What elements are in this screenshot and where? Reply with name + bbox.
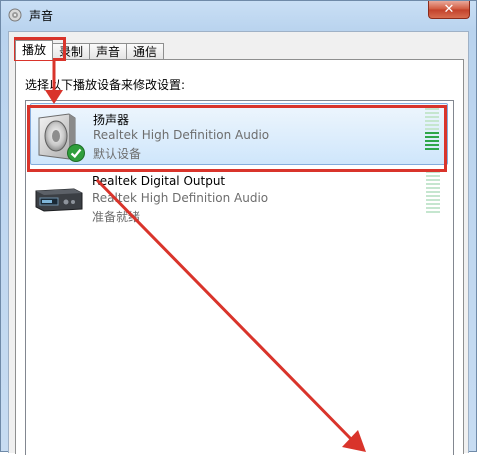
window-title: 声音	[29, 9, 54, 23]
title-bar[interactable]: 声音 ✕	[1, 1, 476, 29]
check-icon	[67, 144, 85, 162]
instruction-text: 选择以下播放设备来修改设置:	[25, 78, 186, 92]
volume-meter	[425, 108, 439, 150]
tab-strip: 播放 录制 声音 通信	[15, 40, 165, 60]
device-driver: Realtek High Definition Audio	[92, 191, 269, 205]
device-item-speakers[interactable]: 扬声器 Realtek High Definition Audio 默认设备	[30, 103, 448, 165]
sound-app-icon	[8, 8, 22, 22]
digital-output-icon	[35, 188, 83, 212]
device-status: 准备就绪	[92, 210, 141, 224]
playback-panel: 选择以下播放设备来修改设置: 扬声器 Realtek High Definiti…	[15, 59, 464, 455]
sound-dialog: 声音 ✕ 播放 录制 声音 通信 选择以下播放设备来修改设置: 扬声器 Real…	[0, 0, 477, 455]
device-name: Realtek Digital Output	[92, 174, 226, 188]
tab-communications[interactable]: 通信	[126, 43, 165, 60]
device-driver: Realtek High Definition Audio	[93, 128, 270, 142]
device-name: 扬声器	[93, 113, 130, 127]
close-icon: ✕	[443, 2, 455, 17]
close-button[interactable]: ✕	[428, 1, 470, 19]
device-status: 默认设备	[93, 147, 142, 161]
device-item-digital-output[interactable]: Realtek Digital Output Realtek High Defi…	[30, 167, 448, 229]
tab-recording[interactable]: 录制	[52, 43, 91, 60]
volume-meter	[426, 171, 440, 213]
tab-playback[interactable]: 播放	[15, 40, 54, 60]
device-list[interactable]: 扬声器 Realtek High Definition Audio 默认设备 R…	[25, 100, 454, 455]
tab-sounds[interactable]: 声音	[89, 43, 128, 60]
dialog-client-area: 播放 录制 声音 通信 选择以下播放设备来修改设置: 扬声器 Realtek H…	[8, 31, 469, 455]
